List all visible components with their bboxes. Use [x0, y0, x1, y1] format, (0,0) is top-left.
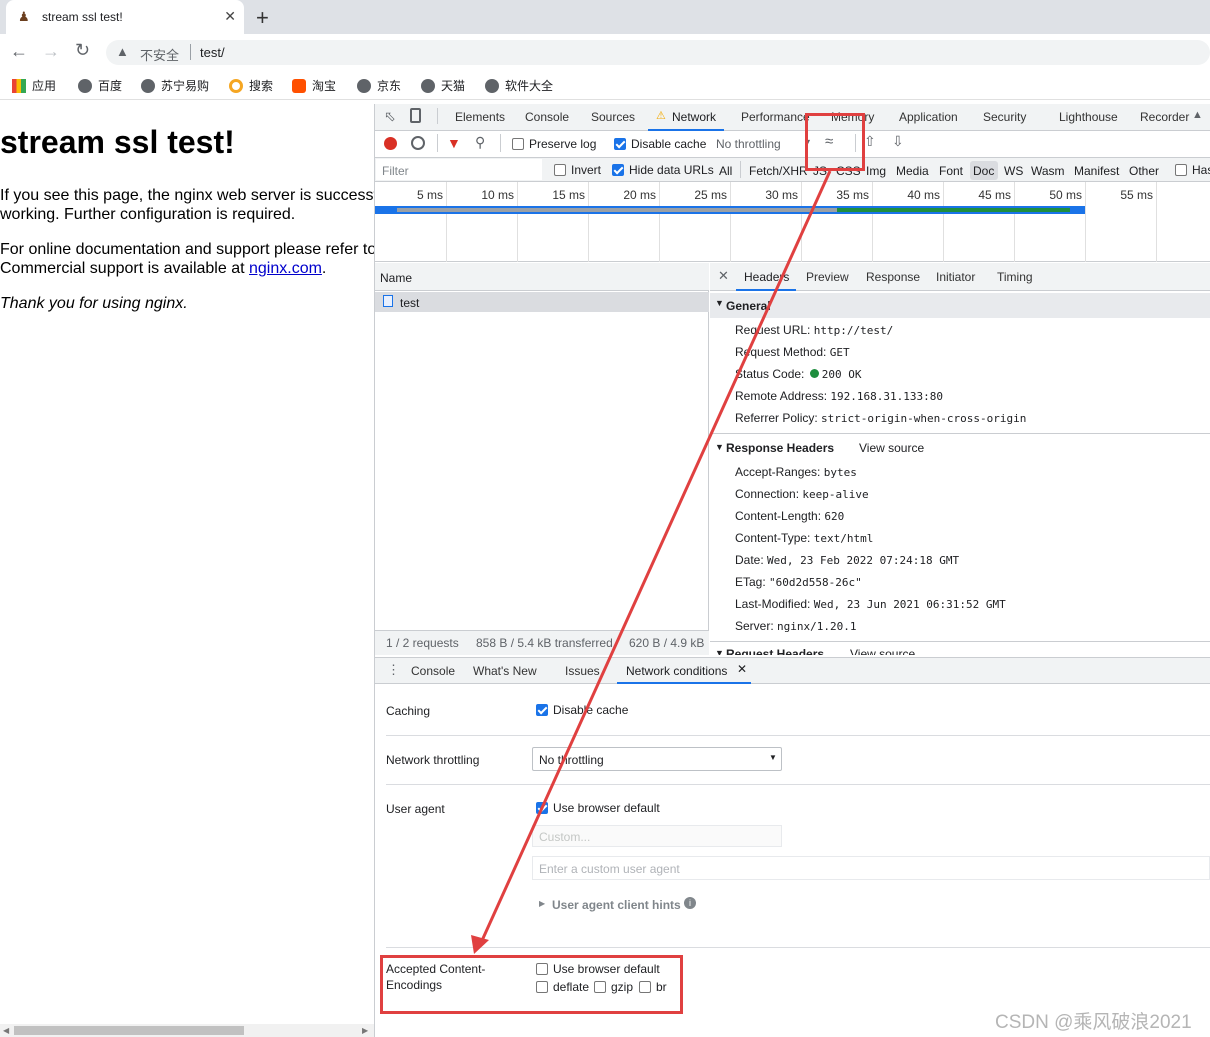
watermark: CSDN @乘风破浪2021	[995, 1012, 1192, 1033]
annotation-arrow	[471, 170, 832, 954]
